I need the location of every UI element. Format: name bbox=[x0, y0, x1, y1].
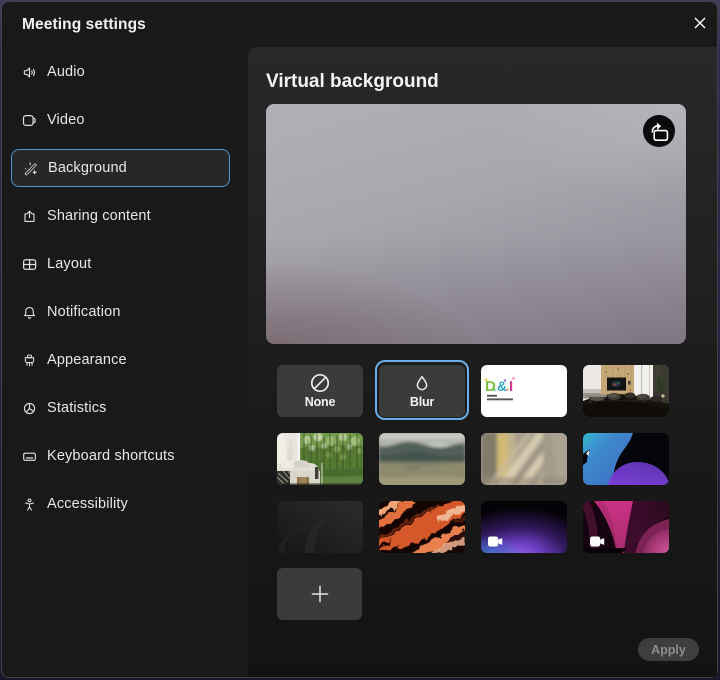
svg-text:I: I bbox=[509, 378, 513, 395]
